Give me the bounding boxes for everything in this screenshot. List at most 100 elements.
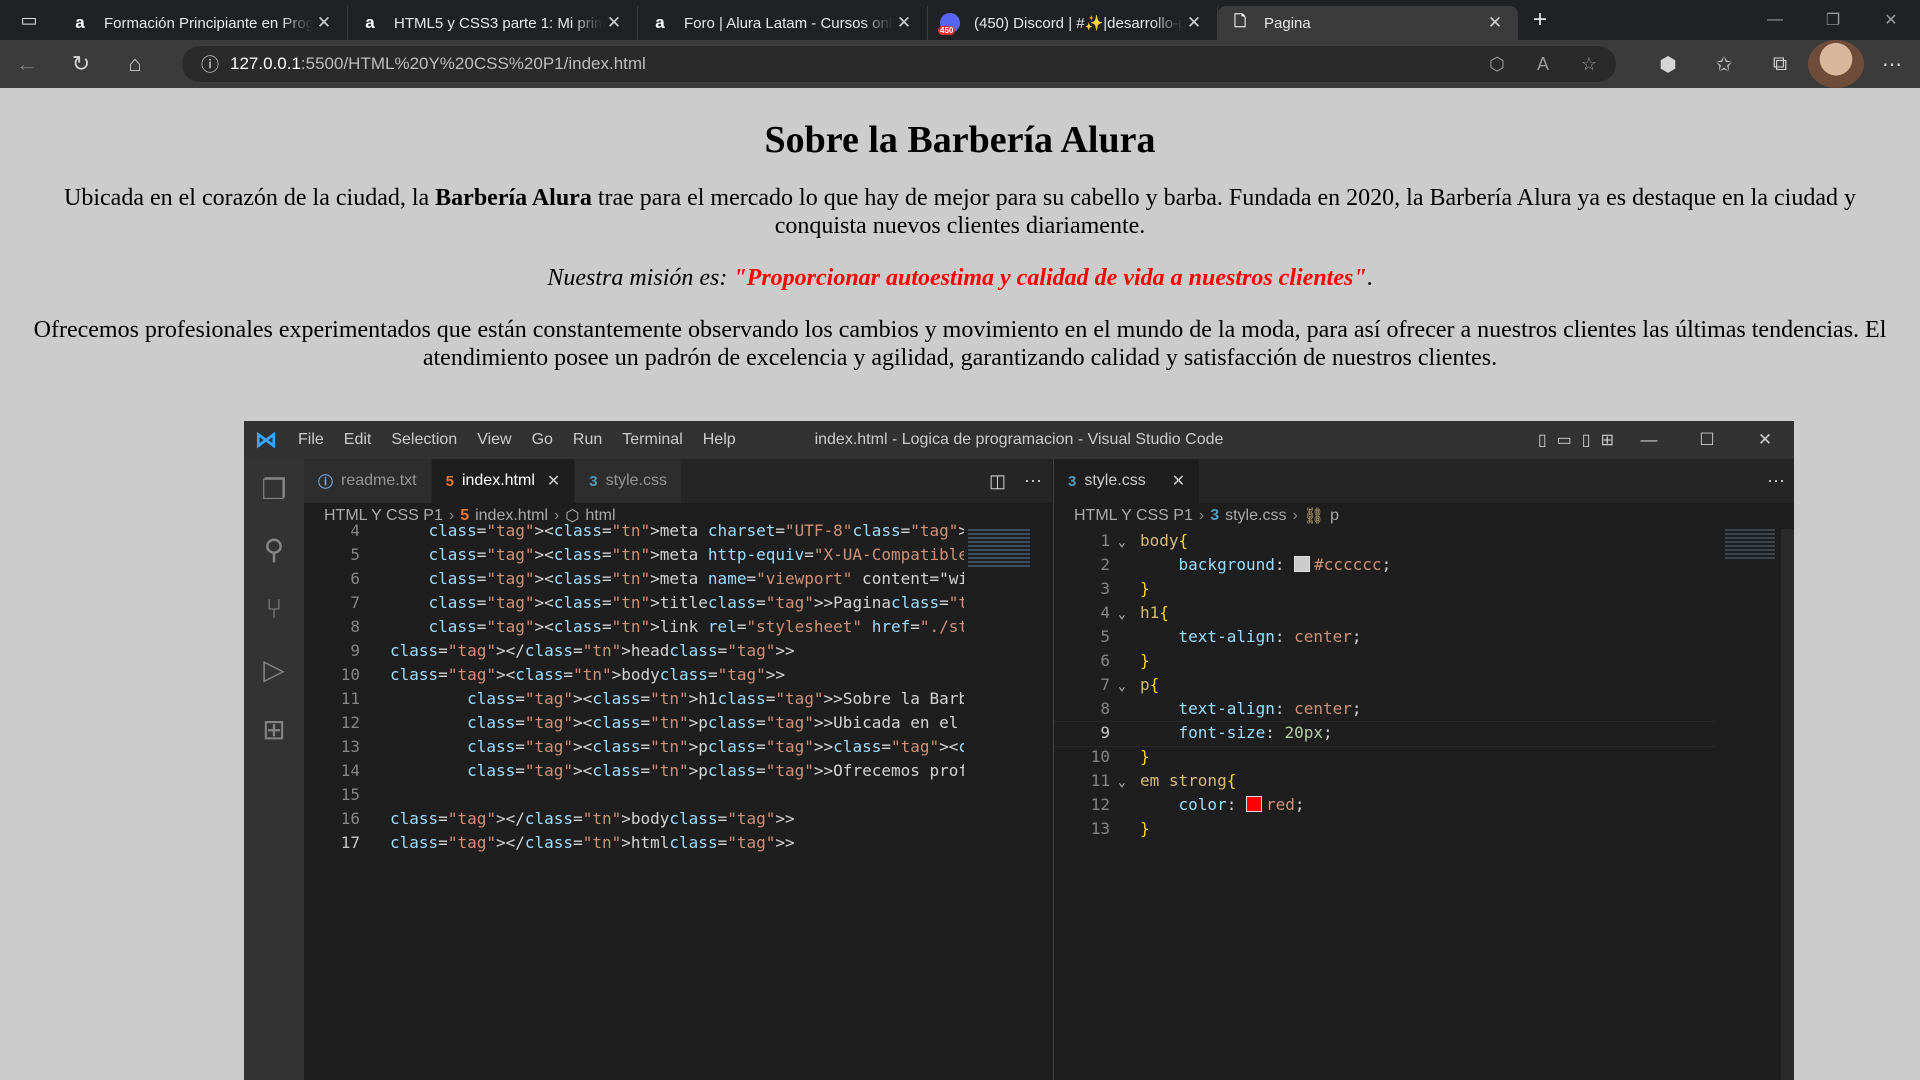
line-number: 3 bbox=[1100, 579, 1110, 598]
toggle-panel-icon[interactable]: ▭ bbox=[1557, 430, 1572, 450]
line-number: 1 bbox=[1100, 531, 1110, 550]
collections-icon[interactable]: ⧉ bbox=[1752, 40, 1808, 88]
extensions-icon[interactable]: ⊞ bbox=[244, 699, 304, 759]
fold-chevron-icon[interactable]: ⌄ bbox=[1118, 771, 1134, 795]
tab-actions-icon[interactable]: ▭ bbox=[0, 0, 58, 40]
split-editor-icon[interactable]: ◫ bbox=[989, 471, 1006, 492]
new-tab-button[interactable]: + bbox=[1518, 6, 1562, 34]
tab-label: readme.txt bbox=[341, 472, 417, 489]
editor-tabs-right: 3 style.css ✕ ⋯ bbox=[1054, 459, 1794, 503]
extensions-icon[interactable]: ⬢ bbox=[1640, 40, 1696, 88]
line-number: 7 bbox=[350, 593, 360, 612]
line-number: 6 bbox=[1100, 651, 1110, 670]
browser-tab-1[interactable]: a Formación Principiante en Progr ✕ bbox=[58, 6, 348, 40]
browser-tab-5[interactable]: 🗋 Pagina ✕ bbox=[1218, 6, 1518, 40]
refresh-icon[interactable]: ↻ bbox=[54, 40, 108, 88]
code-line: 10 class="tag"><class="tn">bodyclass="tag… bbox=[304, 663, 964, 687]
more-actions-icon[interactable]: ⋯ bbox=[1024, 471, 1042, 492]
read-aloud-icon[interactable]: A bbox=[1526, 54, 1560, 75]
search-icon[interactable]: ⚲ bbox=[244, 519, 304, 579]
menu-item-file[interactable]: File bbox=[298, 431, 324, 448]
menu-item-terminal[interactable]: Terminal bbox=[622, 431, 682, 448]
tag-icon[interactable]: ⬡ bbox=[1480, 54, 1514, 75]
color-swatch[interactable] bbox=[1245, 796, 1262, 812]
tab-title: Formación Principiante en Progr bbox=[104, 14, 313, 32]
layout-controls: ▯ ▭ ▯ ⊞ bbox=[1538, 421, 1614, 459]
code-text: class="tag"><class="tn">meta http-equiv=… bbox=[428, 545, 964, 564]
menu-item-run[interactable]: Run bbox=[573, 431, 602, 448]
close-tab-icon[interactable]: ✕ bbox=[313, 13, 335, 33]
vscode-close-icon[interactable]: ✕ bbox=[1736, 421, 1794, 459]
explorer-icon[interactable]: ❐ bbox=[244, 459, 304, 519]
code-line: 11 class="tag"><class="tn">h1class="tag"… bbox=[304, 687, 964, 711]
source-control-icon[interactable]: ⑂ bbox=[244, 579, 304, 639]
page-icon: 🗋 bbox=[1233, 12, 1247, 30]
code-line: 9 font-size: 20px; bbox=[1054, 721, 1794, 747]
minimap[interactable] bbox=[1725, 529, 1775, 559]
profile-avatar[interactable] bbox=[1808, 40, 1864, 88]
fold-chevron-icon[interactable]: ⌄ bbox=[1118, 603, 1134, 627]
close-tab-icon[interactable]: ✕ bbox=[1183, 13, 1205, 33]
more-actions-icon[interactable]: ⋯ bbox=[1767, 471, 1785, 492]
css-code-editor[interactable]: 1 ⌄ body{2 background: #cccccc; 3} 4 ⌄ h1{5 te… bbox=[1054, 529, 1794, 841]
customize-layout-icon[interactable]: ⊞ bbox=[1601, 430, 1614, 450]
toggle-secondary-sidebar-icon[interactable]: ▯ bbox=[1582, 430, 1591, 450]
browser-tab-2[interactable]: a HTML5 y CSS3 parte 1: Mi primer ✕ bbox=[348, 6, 638, 40]
code-line: 6} bbox=[1054, 649, 1794, 673]
tab-style-css-right[interactable]: 3 style.css ✕ bbox=[1054, 459, 1201, 503]
close-tab-icon[interactable]: ✕ bbox=[547, 471, 560, 491]
breadcrumb-selector[interactable]: p bbox=[1330, 507, 1339, 525]
breadcrumb-folder[interactable]: HTML Y CSS P1 bbox=[1074, 507, 1193, 525]
toggle-sidebar-icon[interactable]: ▯ bbox=[1538, 430, 1547, 450]
selector-icon: ⛓ bbox=[1303, 508, 1325, 525]
menu-item-view[interactable]: View bbox=[477, 431, 511, 448]
browser-tab-4[interactable]: 450 (450) Discord | #✨|desarrollo-p ✕ bbox=[928, 6, 1218, 40]
code-text: class="tag"><class="tn">meta charset="UT… bbox=[428, 521, 964, 540]
close-window-icon[interactable]: ✕ bbox=[1862, 0, 1920, 40]
favorites-icon[interactable]: ✩ bbox=[1696, 40, 1752, 88]
line-number: 13 bbox=[340, 737, 360, 756]
color-swatch[interactable] bbox=[1294, 556, 1311, 572]
code-line: 12 class="tag"><class="tn">pclass="tag">… bbox=[304, 711, 964, 735]
code-line: 8 text-align: center; bbox=[1054, 697, 1794, 721]
code-text: class="tag"></class="tn">htmlclass="tag"… bbox=[390, 833, 795, 852]
intro-text-after: trae para el mercado lo que hay de mejor… bbox=[591, 185, 1856, 239]
vscode-maximize-icon[interactable]: ☐ bbox=[1678, 421, 1736, 459]
tab-style-css[interactable]: 3 style.css bbox=[575, 459, 682, 503]
address-bar[interactable]: ⓘ 127.0.0.1:5500/HTML%20Y%20CSS%20P1/ind… bbox=[182, 46, 1616, 82]
tab-index-html[interactable]: 5 index.html ✕ bbox=[431, 459, 576, 503]
menu-item-edit[interactable]: Edit bbox=[344, 431, 372, 448]
code-line: 13} bbox=[1054, 817, 1794, 841]
minimap[interactable] bbox=[968, 529, 1030, 569]
vscode-minimize-icon[interactable]: — bbox=[1620, 421, 1678, 459]
tab-readme[interactable]: ⓘ readme.txt bbox=[304, 459, 432, 503]
menu-item-help[interactable]: Help bbox=[703, 431, 736, 448]
code-line: 1 ⌄ body{ bbox=[1054, 529, 1794, 553]
more-icon[interactable]: ⋯ bbox=[1864, 40, 1920, 88]
fold-chevron-icon[interactable]: ⌄ bbox=[1118, 675, 1134, 699]
favorite-add-icon[interactable]: ☆ bbox=[1572, 54, 1606, 75]
restore-icon[interactable]: ❐ bbox=[1804, 0, 1862, 40]
fold-chevron-icon[interactable]: ⌄ bbox=[1118, 531, 1134, 555]
menu-item-go[interactable]: Go bbox=[532, 431, 553, 448]
breadcrumb-file[interactable]: style.css bbox=[1225, 507, 1286, 525]
browser-tab-3[interactable]: a Foro | Alura Latam - Cursos onlin ✕ bbox=[638, 6, 928, 40]
scrollbar[interactable] bbox=[1781, 529, 1794, 1080]
close-tab-icon[interactable]: ✕ bbox=[1484, 13, 1506, 33]
run-debug-icon[interactable]: ▷ bbox=[244, 639, 304, 699]
minimize-icon[interactable]: — bbox=[1746, 0, 1804, 40]
site-info-icon[interactable]: ⓘ bbox=[190, 51, 230, 77]
code-text: class="tag"><class="tn">pclass="tag">>Ub… bbox=[467, 713, 959, 732]
code-text: background: #cccccc; bbox=[1178, 555, 1392, 574]
back-icon[interactable]: ← bbox=[0, 40, 54, 88]
home-icon[interactable]: ⌂ bbox=[108, 40, 162, 88]
code-line: 4 class="tag"><class="tn">meta charset="… bbox=[304, 519, 964, 543]
code-text: } bbox=[1140, 819, 1150, 838]
browser-toolbar: ← ↻ ⌂ ⓘ 127.0.0.1:5500/HTML%20Y%20CSS%20… bbox=[0, 40, 1920, 88]
close-tab-icon[interactable]: ✕ bbox=[1172, 471, 1185, 491]
code-line: 2 background: #cccccc; bbox=[1054, 553, 1794, 577]
html-code-editor[interactable]: 4 class="tag"><class="tn">meta charset="… bbox=[304, 519, 964, 855]
menu-item-selection[interactable]: Selection bbox=[391, 431, 457, 448]
close-tab-icon[interactable]: ✕ bbox=[603, 13, 625, 33]
close-tab-icon[interactable]: ✕ bbox=[893, 13, 915, 33]
